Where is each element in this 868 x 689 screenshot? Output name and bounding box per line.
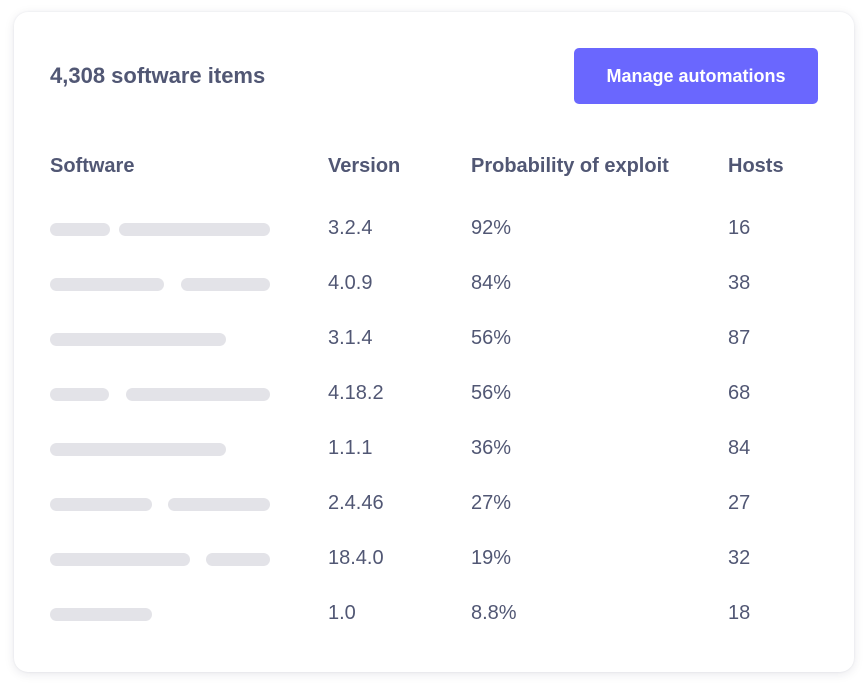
software-name-placeholder: [50, 388, 109, 401]
software-card: 4,308 software items Manage automations …: [14, 12, 854, 672]
probability-cell: 56%: [471, 382, 512, 404]
software-name-placeholder: [168, 498, 270, 511]
version-cell: 1.1.1: [328, 437, 373, 459]
version-cell: 18.4.0: [328, 547, 384, 569]
table-row[interactable]: 4.18.2 56% 68: [14, 380, 854, 435]
table-row[interactable]: 1.0 8.8% 18: [14, 600, 854, 655]
probability-cell: 92%: [471, 217, 512, 239]
column-header-software[interactable]: Software: [50, 154, 134, 178]
probability-cell: 8.8%: [471, 602, 517, 624]
table-row[interactable]: 2.4.46 27% 27: [14, 490, 854, 545]
software-name-placeholder: [181, 278, 270, 291]
software-name-placeholder: [50, 333, 226, 346]
probability-cell: 36%: [471, 437, 512, 459]
table-row[interactable]: 3.2.4 92% 16: [14, 215, 854, 270]
manage-automations-button[interactable]: Manage automations: [574, 48, 818, 104]
hosts-cell: 68: [728, 382, 751, 404]
software-name-placeholder: [206, 553, 270, 566]
version-cell: 4.0.9: [328, 272, 373, 294]
version-cell: 2.4.46: [328, 492, 384, 514]
hosts-cell: 38: [728, 272, 751, 294]
table-row[interactable]: 18.4.0 19% 32: [14, 545, 854, 600]
table-row[interactable]: 3.1.4 56% 87: [14, 325, 854, 380]
software-name-placeholder: [50, 223, 110, 236]
software-name-placeholder: [50, 443, 226, 456]
hosts-cell: 27: [728, 492, 751, 514]
hosts-cell: 87: [728, 327, 751, 349]
software-name-placeholder: [126, 388, 270, 401]
column-header-version[interactable]: Version: [328, 154, 400, 178]
software-name-placeholder: [50, 608, 152, 621]
table-row[interactable]: 4.0.9 84% 38: [14, 270, 854, 325]
software-name-placeholder: [50, 278, 164, 291]
software-name-placeholder: [119, 223, 270, 236]
probability-cell: 19%: [471, 547, 512, 569]
version-cell: 1.0: [328, 602, 356, 624]
hosts-cell: 84: [728, 437, 751, 459]
hosts-cell: 18: [728, 602, 751, 624]
hosts-cell: 16: [728, 217, 751, 239]
probability-cell: 27%: [471, 492, 512, 514]
version-cell: 3.1.4: [328, 327, 373, 349]
software-name-placeholder: [50, 553, 190, 566]
probability-cell: 56%: [471, 327, 512, 349]
column-header-probability[interactable]: Probability of exploit: [471, 154, 669, 178]
software-count-title: 4,308 software items: [50, 63, 266, 88]
software-name-placeholder: [50, 498, 152, 511]
probability-cell: 84%: [471, 272, 512, 294]
table-row[interactable]: 1.1.1 36% 84: [14, 435, 854, 490]
hosts-cell: 32: [728, 547, 751, 569]
version-cell: 3.2.4: [328, 217, 373, 239]
version-cell: 4.18.2: [328, 382, 384, 404]
column-header-hosts[interactable]: Hosts: [728, 154, 784, 178]
